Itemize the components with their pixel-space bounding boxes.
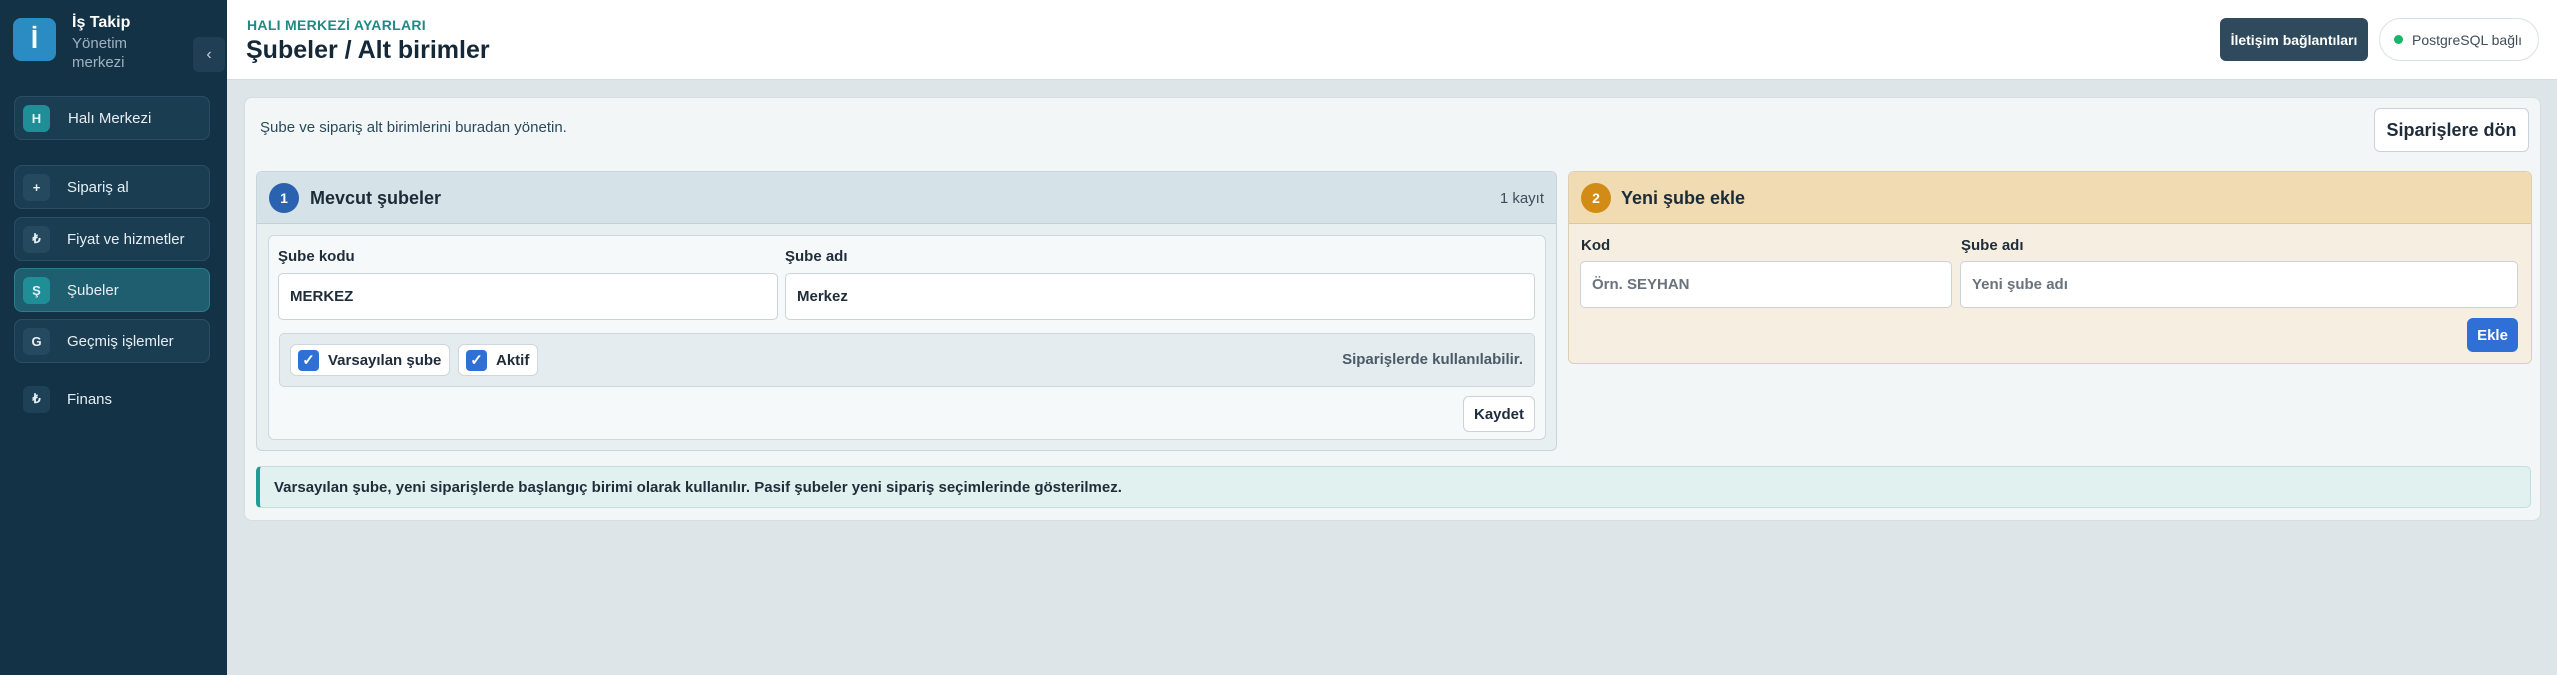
- subeler-icon: Ş: [23, 276, 50, 304]
- new-branch-card: 2 Yeni şube ekle Kod Örn. SEYHAN Şube ad…: [1568, 171, 2532, 364]
- sidebar-item-gecmis-islemler[interactable]: G Geçmiş işlemler: [14, 319, 210, 363]
- connections-button[interactable]: İletişim bağlantıları: [2220, 18, 2368, 61]
- sidebar: İ İş Takip Yönetim merkezi ‹ H Halı Merk…: [0, 0, 227, 675]
- active-checkbox[interactable]: ✓ Aktif: [458, 344, 539, 376]
- info-note: Varsayılan şube, yeni siparişlerde başla…: [256, 466, 2531, 508]
- brand-logo: İ: [13, 18, 56, 61]
- history-icon: G: [23, 327, 50, 355]
- usage-hint: Siparişlerde kullanılabilir.: [1342, 351, 1523, 368]
- branch-row: Şube kodu MERKEZ Şube adı Merkez ✓ Varsa…: [268, 235, 1546, 440]
- new-code-input[interactable]: Örn. SEYHAN: [1580, 261, 1952, 308]
- page-eyebrow: HALI MERKEZİ AYARLARI: [247, 17, 426, 33]
- db-status-text: PostgreSQL bağlı: [2412, 31, 2522, 48]
- branch-code-field[interactable]: MERKEZ: [278, 273, 778, 320]
- sidebar-item-fiyat-ve-hizmetler[interactable]: ₺ Fiyat ve hizmetler: [14, 217, 210, 261]
- save-button[interactable]: Kaydet: [1463, 396, 1535, 432]
- plus-icon: +: [23, 173, 50, 201]
- collapse-sidebar-button[interactable]: ‹: [193, 37, 225, 72]
- sidebar-item-subeler[interactable]: Ş Şubeler: [14, 268, 210, 312]
- new-name-input[interactable]: Yeni şube adı: [1960, 261, 2518, 308]
- sidebar-item-label: Finans: [67, 390, 113, 408]
- branch-name-field[interactable]: Merkez: [785, 273, 1535, 320]
- back-to-orders-button[interactable]: Siparişlere dön: [2374, 108, 2529, 152]
- checkbox-checked-icon: ✓: [466, 349, 487, 371]
- sidebar-item-finans[interactable]: ₺ Finans: [14, 377, 210, 421]
- branches-panel: Şube ve sipariş alt birimlerini buradan …: [244, 97, 2541, 521]
- checkbox-label: Varsayılan şube: [328, 351, 442, 369]
- sidebar-item-label: Fiyat ve hizmetler: [67, 230, 185, 248]
- step-number: 2: [1581, 183, 1611, 213]
- sidebar-item-label: Sipariş al: [67, 178, 129, 196]
- card-header: 2 Yeni şube ekle: [1569, 172, 2531, 224]
- checkbox-checked-icon: ✓: [298, 349, 319, 371]
- card-title: Yeni şube ekle: [1621, 188, 1746, 208]
- status-dot-icon: [2394, 35, 2403, 44]
- branch-name-label: Şube adı: [785, 248, 848, 265]
- sidebar-item-siparis-al[interactable]: + Sipariş al: [14, 165, 210, 209]
- hali-merkezi-icon: H: [23, 104, 50, 132]
- lira-icon: ₺: [23, 385, 50, 413]
- sidebar-item-label: Halı Merkezi: [68, 109, 152, 127]
- add-branch-button[interactable]: Ekle: [2467, 318, 2518, 352]
- default-branch-checkbox[interactable]: ✓ Varsayılan şube: [290, 344, 451, 376]
- page-title: Şubeler / Alt birimler: [246, 36, 490, 64]
- existing-branches-card: 1 Mevcut şubeler 1 kayıt Şube kodu MERKE…: [256, 171, 1557, 451]
- new-name-label: Şube adı: [1961, 237, 2024, 254]
- sidebar-item-hali-merkezi[interactable]: H Halı Merkezi: [14, 96, 210, 140]
- page-header: HALI MERKEZİ AYARLARI Şubeler / Alt biri…: [227, 0, 2557, 80]
- panel-description: Şube ve sipariş alt birimlerini buradan …: [260, 119, 567, 136]
- step-number: 1: [269, 183, 299, 213]
- brand: İ İş Takip Yönetim merkezi ‹: [13, 14, 227, 72]
- brand-subtitle: Yönetim merkezi: [72, 35, 128, 71]
- new-code-label: Kod: [1581, 237, 1611, 254]
- sidebar-item-label: Geçmiş işlemler: [67, 332, 174, 350]
- brand-title: İş Takip: [72, 14, 131, 31]
- card-title: Mevcut şubeler: [310, 188, 442, 208]
- checkbox-label: Aktif: [496, 351, 530, 369]
- sidebar-item-label: Şubeler: [67, 281, 119, 299]
- branch-options: ✓ Varsayılan şube ✓ Aktif Siparişlerde k…: [279, 333, 1535, 387]
- branch-code-label: Şube kodu: [278, 248, 355, 265]
- card-header: 1 Mevcut şubeler 1 kayıt: [257, 172, 1556, 224]
- record-count: 1 kayıt: [1499, 190, 1544, 207]
- db-status-badge: PostgreSQL bağlı: [2379, 18, 2539, 61]
- lira-icon: ₺: [23, 225, 50, 253]
